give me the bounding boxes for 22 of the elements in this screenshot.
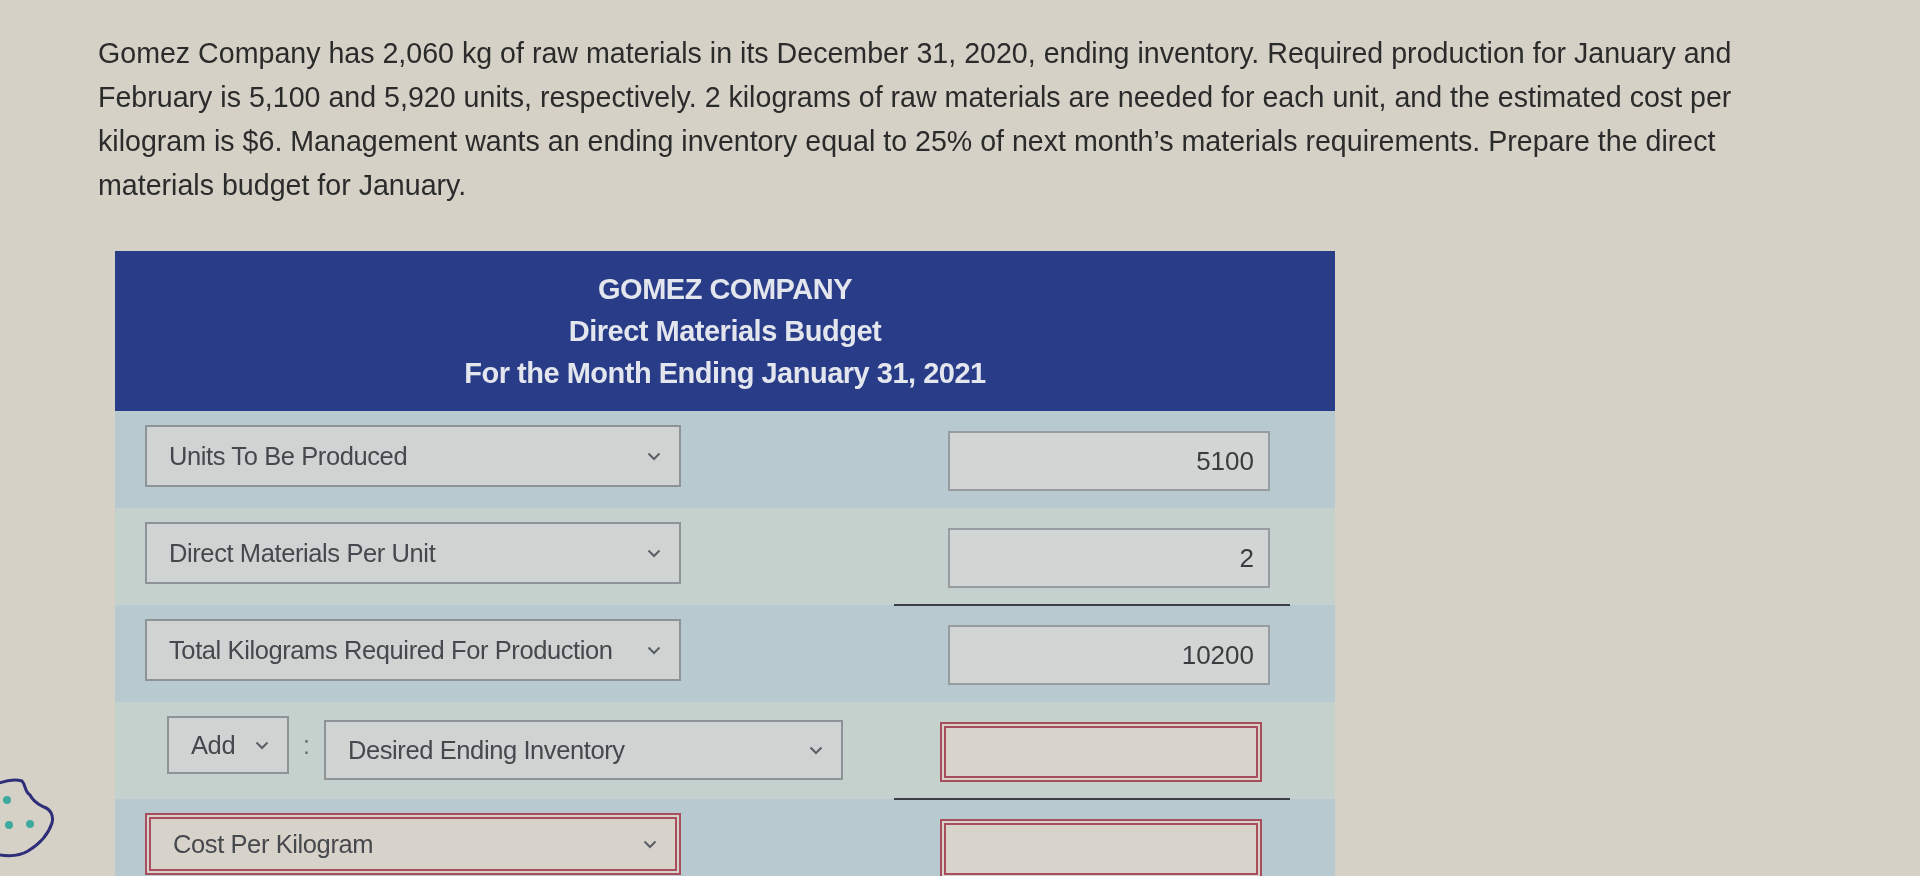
chevron-down-icon xyxy=(808,745,823,755)
amount-field[interactable]: 10200 xyxy=(948,625,1270,685)
budget-title: GOMEZ COMPANY xyxy=(598,272,852,307)
amount-field[interactable] xyxy=(940,819,1262,876)
chevron-down-icon xyxy=(255,740,269,750)
chevron-down-icon xyxy=(647,451,661,461)
amount-field[interactable]: 5100 xyxy=(948,431,1270,491)
amount-field[interactable]: 2 xyxy=(948,528,1270,588)
chevron-down-icon xyxy=(647,645,661,655)
prefix-dropdown[interactable]: Add xyxy=(167,716,289,774)
amount-field[interactable] xyxy=(940,722,1262,782)
label-dropdown[interactable]: Total Kilograms Required For Production xyxy=(145,619,681,681)
label-dropdown[interactable]: Desired Ending Inventory xyxy=(323,720,843,780)
separator-text: : xyxy=(303,730,310,761)
chevron-down-icon xyxy=(647,548,661,558)
label-dropdown[interactable]: Cost Per Kilogram xyxy=(145,813,681,875)
label-dropdown[interactable]: Direct Materials Per Unit xyxy=(145,522,681,584)
budget-title: Direct Materials Budget xyxy=(568,314,882,349)
label-dropdown[interactable]: Units To Be Produced xyxy=(145,425,681,487)
chevron-down-icon xyxy=(643,839,657,849)
problem-text: Gomez Company has 2,060 kg of raw materials in its December 31, 2020, ending inventory. Required production for January and February is 5,100 and 5,920 units, respectively. 2 kilograms of raw materials are needed for each unit, and the estimated cost per kilogram is $6. Management wants an ending inventory equal to 25% of next month’s materials requirements. Prepare the direct materials budget for January. xyxy=(98,36,1733,203)
budget-title: For the Month Ending January 31, 2021 xyxy=(464,356,986,391)
